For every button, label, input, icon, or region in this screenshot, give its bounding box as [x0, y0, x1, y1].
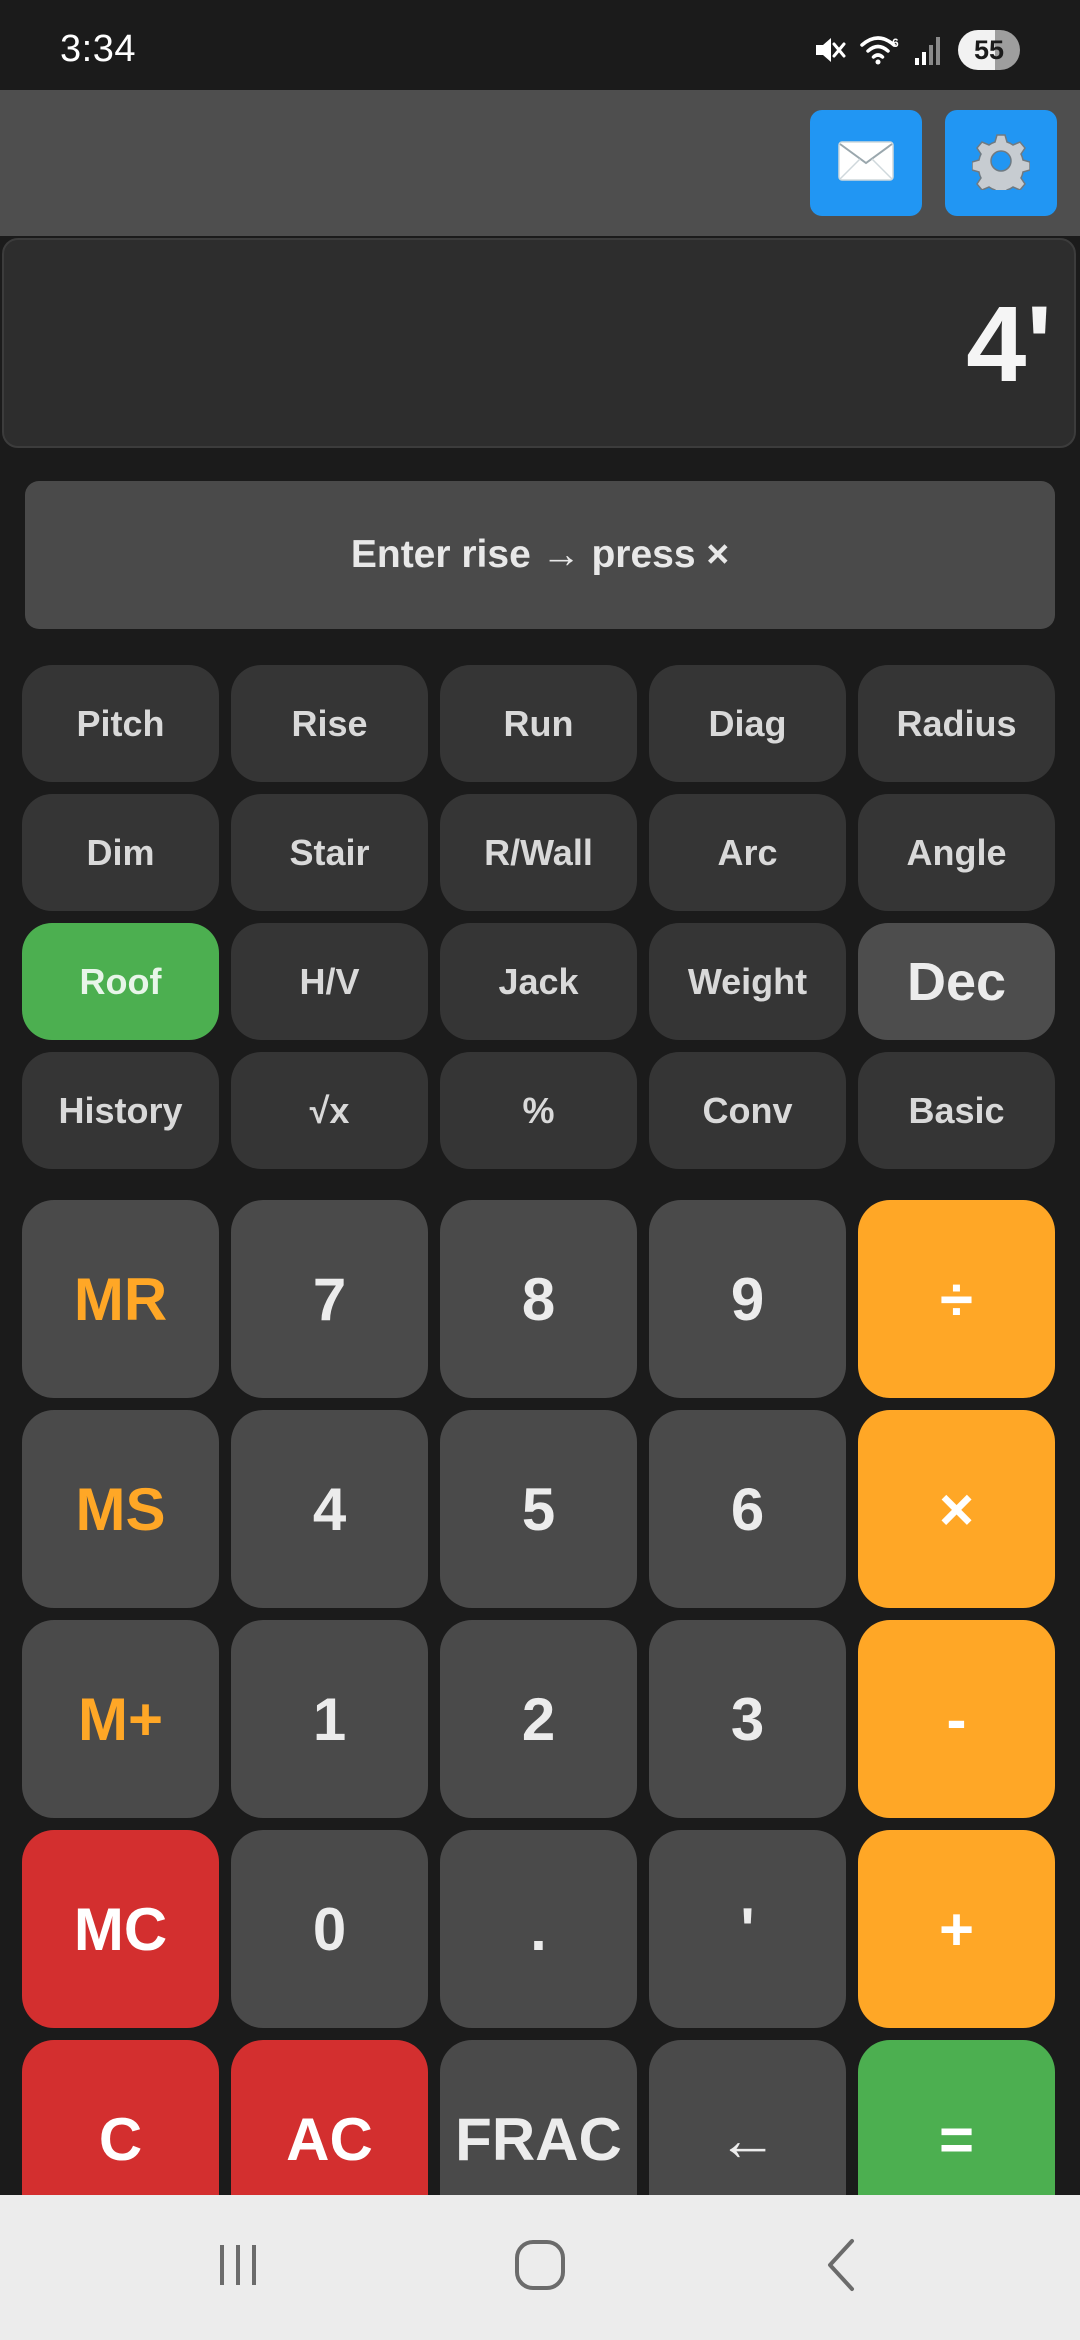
jack-button[interactable]: Jack [440, 923, 637, 1040]
mute-icon [812, 33, 846, 67]
status-icons: 6 55 [812, 30, 1020, 70]
arc-button[interactable]: Arc [649, 794, 846, 911]
result-display: 4' [2, 238, 1076, 448]
digit-0-button[interactable]: 0 [231, 1830, 428, 2028]
stair-button[interactable]: Stair [231, 794, 428, 911]
square-root-button[interactable]: √x [231, 1052, 428, 1169]
gear-icon [971, 132, 1031, 198]
digit-9-button[interactable]: 9 [649, 1200, 846, 1398]
add-button[interactable]: + [858, 1830, 1055, 2028]
battery-indicator: 55 [958, 30, 1020, 70]
function-keys: Pitch Rise Run Diag Radius Dim Stair R/W… [22, 665, 1055, 1169]
diag-button[interactable]: Diag [649, 665, 846, 782]
signal-icon [914, 34, 944, 66]
digit-8-button[interactable]: 8 [440, 1200, 637, 1398]
hv-button[interactable]: H/V [231, 923, 428, 1040]
basic-button[interactable]: Basic [858, 1052, 1055, 1169]
recent-apps-icon [213, 2240, 263, 2295]
digit-2-button[interactable]: 2 [440, 1620, 637, 1818]
rise-button[interactable]: Rise [231, 665, 428, 782]
memory-add-button[interactable]: M+ [22, 1620, 219, 1818]
status-time: 3:34 [60, 28, 136, 70]
home-icon [513, 2238, 567, 2297]
dec-button[interactable]: Dec [858, 923, 1055, 1040]
feet-mark-button[interactable]: ' [649, 1830, 846, 2028]
weight-button[interactable]: Weight [649, 923, 846, 1040]
radius-button[interactable]: Radius [858, 665, 1055, 782]
back-button[interactable] [752, 2195, 932, 2340]
run-button[interactable]: Run [440, 665, 637, 782]
conv-button[interactable]: Conv [649, 1052, 846, 1169]
wifi-icon: 6 [860, 33, 900, 67]
rafter-wall-button[interactable]: R/Wall [440, 794, 637, 911]
memory-store-button[interactable]: MS [22, 1410, 219, 1608]
envelope-icon [838, 140, 894, 186]
settings-button[interactable] [945, 110, 1057, 216]
history-button[interactable]: History [22, 1052, 219, 1169]
status-bar: 3:34 6 55 [0, 0, 1080, 90]
app-toolbar [0, 90, 1080, 236]
multiply-button[interactable]: × [858, 1410, 1055, 1608]
percent-button[interactable]: % [440, 1052, 637, 1169]
home-button[interactable] [450, 2195, 630, 2340]
angle-button[interactable]: Angle [858, 794, 1055, 911]
memory-recall-button[interactable]: MR [22, 1200, 219, 1398]
pitch-button[interactable]: Pitch [22, 665, 219, 782]
digit-4-button[interactable]: 4 [231, 1410, 428, 1608]
keypad: MR 7 8 9 ÷ MS 4 5 6 × M+ 1 2 3 - MC 0 . … [22, 1200, 1055, 2238]
back-icon [822, 2237, 862, 2298]
digit-6-button[interactable]: 6 [649, 1410, 846, 1608]
system-navigation-bar [0, 2195, 1080, 2340]
digit-5-button[interactable]: 5 [440, 1410, 637, 1608]
divide-button[interactable]: ÷ [858, 1200, 1055, 1398]
memory-clear-button[interactable]: MC [22, 1830, 219, 2028]
digit-1-button[interactable]: 1 [231, 1620, 428, 1818]
digit-3-button[interactable]: 3 [649, 1620, 846, 1818]
wifi-generation-label: 6 [892, 36, 899, 50]
instruction-hint: Enter rise → press × [25, 481, 1055, 629]
roof-button[interactable]: Roof [22, 923, 219, 1040]
recents-button[interactable] [148, 2195, 328, 2340]
display-value: 4' [966, 283, 1052, 404]
mail-button[interactable] [810, 110, 922, 216]
dim-button[interactable]: Dim [22, 794, 219, 911]
subtract-button[interactable]: - [858, 1620, 1055, 1818]
decimal-point-button[interactable]: . [440, 1830, 637, 2028]
digit-7-button[interactable]: 7 [231, 1200, 428, 1398]
